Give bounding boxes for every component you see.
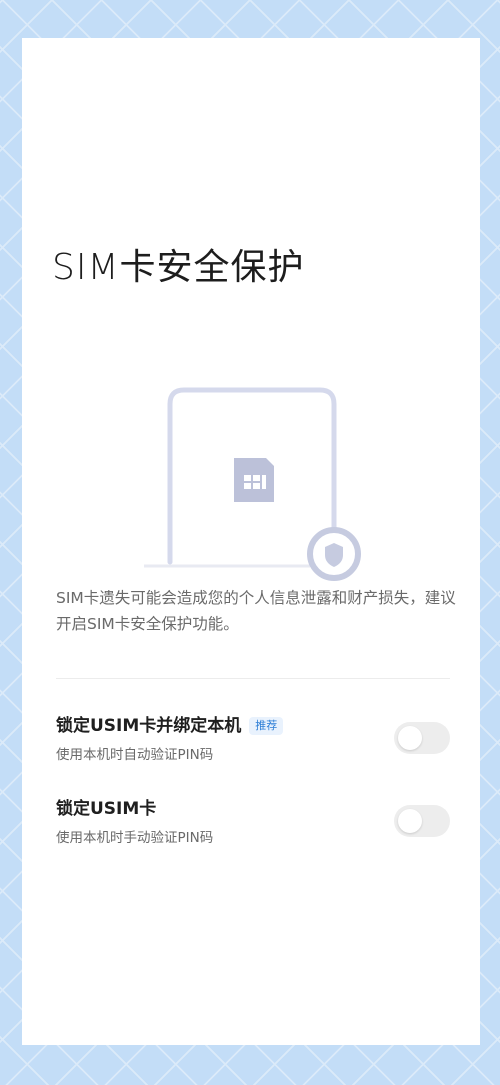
setting-title: 锁定USIM卡并绑定本机 <box>56 716 242 736</box>
protection-description: SIM卡遗失可能会造成您的个人信息泄露和财产损失，建议开启SIM卡安全保护功能。 <box>56 589 456 633</box>
shield-icon <box>307 527 361 581</box>
lock-usim-bind-device-setting: 锁定USIM卡并绑定本机 推荐 使用本机时自动验证PIN码 <box>56 714 450 764</box>
page-title: SIM卡安全保护 <box>52 247 305 288</box>
lock-usim-bind-device-toggle[interactable] <box>394 722 450 754</box>
toggle-knob <box>398 726 422 750</box>
lock-usim-setting: 锁定USIM卡 使用本机时手动验证PIN码 <box>56 797 450 847</box>
toggle-knob <box>398 809 422 833</box>
divider <box>56 678 450 679</box>
setting-title: 锁定USIM卡 <box>56 799 157 819</box>
recommended-badge: 推荐 <box>249 717 284 735</box>
setting-subtitle: 使用本机时手动验证PIN码 <box>56 830 214 846</box>
sim-card-icon <box>234 458 274 502</box>
sim-protection-illustration <box>142 348 362 588</box>
lock-usim-toggle[interactable] <box>394 805 450 837</box>
setting-subtitle: 使用本机时自动验证PIN码 <box>56 747 214 763</box>
main-card: SIM卡安全保护 SIM卡遗失可能会造成您的个人信息泄露和财产损失，建议开启SI… <box>22 38 480 1045</box>
